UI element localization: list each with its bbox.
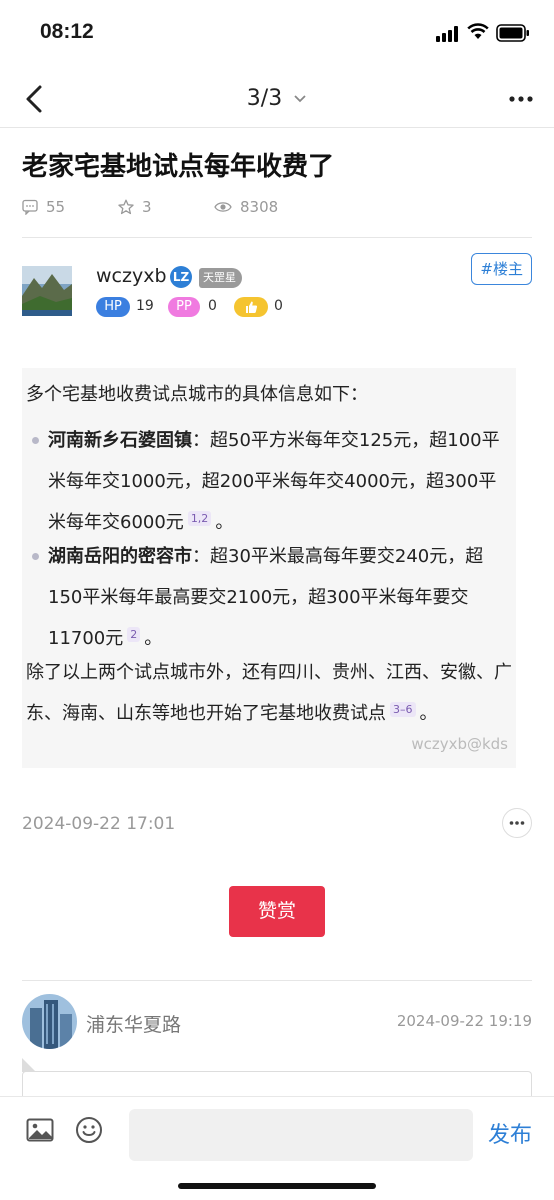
- bullet-dot: [32, 553, 39, 560]
- nav-bar: 3/3: [0, 70, 554, 128]
- pp-badge: PP: [168, 297, 200, 317]
- list-item: 湖南岳阳的密容市：超30平米最高每年要交240元，超150平米每年最高要交210…: [26, 536, 512, 659]
- watermark: wczyxb@kds: [411, 735, 508, 753]
- post-title: 老家宅基地试点每年收费了: [22, 152, 335, 182]
- wifi-icon: [467, 23, 489, 39]
- emoji-icon[interactable]: [75, 1116, 103, 1144]
- divider: [22, 980, 532, 981]
- post-date: 2024-09-22 17:01: [22, 814, 176, 834]
- punctuation: 。: [144, 628, 163, 649]
- punctuation: 。: [215, 512, 234, 533]
- eye-icon: [214, 202, 232, 212]
- thumbs-up-icon: [246, 301, 258, 313]
- image-icon[interactable]: [26, 1118, 54, 1142]
- hp-value: 19: [136, 298, 154, 314]
- star-count[interactable]: 3: [118, 198, 152, 216]
- publish-button[interactable]: 发布: [488, 1117, 532, 1149]
- outro-text: 除了以上两个试点城市外，还有四川、贵州、江西、安徽、广东、海南、山东等地也开始了…: [26, 662, 512, 724]
- rank-badge: 天罡星: [199, 268, 242, 288]
- chevron-down-icon: [294, 95, 306, 103]
- reply-date: 2024-09-22 19:19: [396, 1012, 532, 1030]
- reply-toolbar: 发布: [0, 1096, 554, 1200]
- star-icon: [118, 199, 134, 215]
- comment-count[interactable]: 55: [22, 198, 65, 216]
- reply-avatar[interactable]: [22, 994, 77, 1049]
- citation-ref[interactable]: 3–6: [390, 702, 416, 717]
- author-name[interactable]: wczyxb: [96, 265, 167, 287]
- more-dots-icon: [509, 821, 525, 825]
- like-value: 0: [274, 298, 283, 314]
- op-tag[interactable]: #楼主: [471, 253, 532, 285]
- comment-icon: [22, 199, 38, 215]
- page-indicator: 3/3: [246, 86, 283, 111]
- item-title: 河南新乡石婆固镇: [48, 430, 192, 451]
- reply-username[interactable]: 浦东华夏路: [86, 1010, 181, 1037]
- status-bar: 08:12: [0, 0, 554, 66]
- citation-ref[interactable]: 1,2: [187, 511, 212, 526]
- home-indicator: [178, 1183, 376, 1189]
- post-content: 多个宅基地收费试点城市的具体信息如下： 河南新乡石婆固镇：超50平方米每年交12…: [22, 368, 516, 768]
- signal-icon: [436, 26, 458, 42]
- item-title: 湖南岳阳的密容市: [48, 546, 192, 567]
- divider: [22, 237, 532, 238]
- status-time: 08:12: [40, 20, 94, 43]
- view-count-value: 8308: [240, 198, 279, 216]
- author-avatar[interactable]: [22, 266, 72, 316]
- list-item: 河南新乡石婆固镇：超50平方米每年交125元，超100平米每年交1000元，超2…: [26, 420, 512, 543]
- like-badge: [234, 297, 268, 317]
- comment-count-value: 55: [46, 198, 66, 216]
- more-options-icon[interactable]: [508, 86, 534, 112]
- star-count-value: 3: [142, 198, 152, 216]
- bullet-dot: [32, 437, 39, 444]
- reward-button[interactable]: 赞赏: [229, 886, 325, 937]
- content-outro: 除了以上两个试点城市外，还有四川、贵州、江西、安徽、广东、海南、山东等地也开始了…: [26, 652, 512, 734]
- lz-badge: LZ: [170, 266, 192, 288]
- post-more-button[interactable]: [502, 808, 532, 838]
- hp-badge: HP: [96, 297, 130, 317]
- content-intro: 多个宅基地收费试点城市的具体信息如下：: [26, 384, 368, 405]
- battery-icon: [496, 24, 529, 42]
- pp-value: 0: [208, 298, 217, 314]
- citation-ref[interactable]: 2: [127, 627, 141, 642]
- reply-input[interactable]: [129, 1109, 473, 1161]
- view-count: 8308: [214, 198, 278, 216]
- punctuation: 。: [419, 703, 438, 724]
- page-selector[interactable]: 3/3: [0, 86, 554, 111]
